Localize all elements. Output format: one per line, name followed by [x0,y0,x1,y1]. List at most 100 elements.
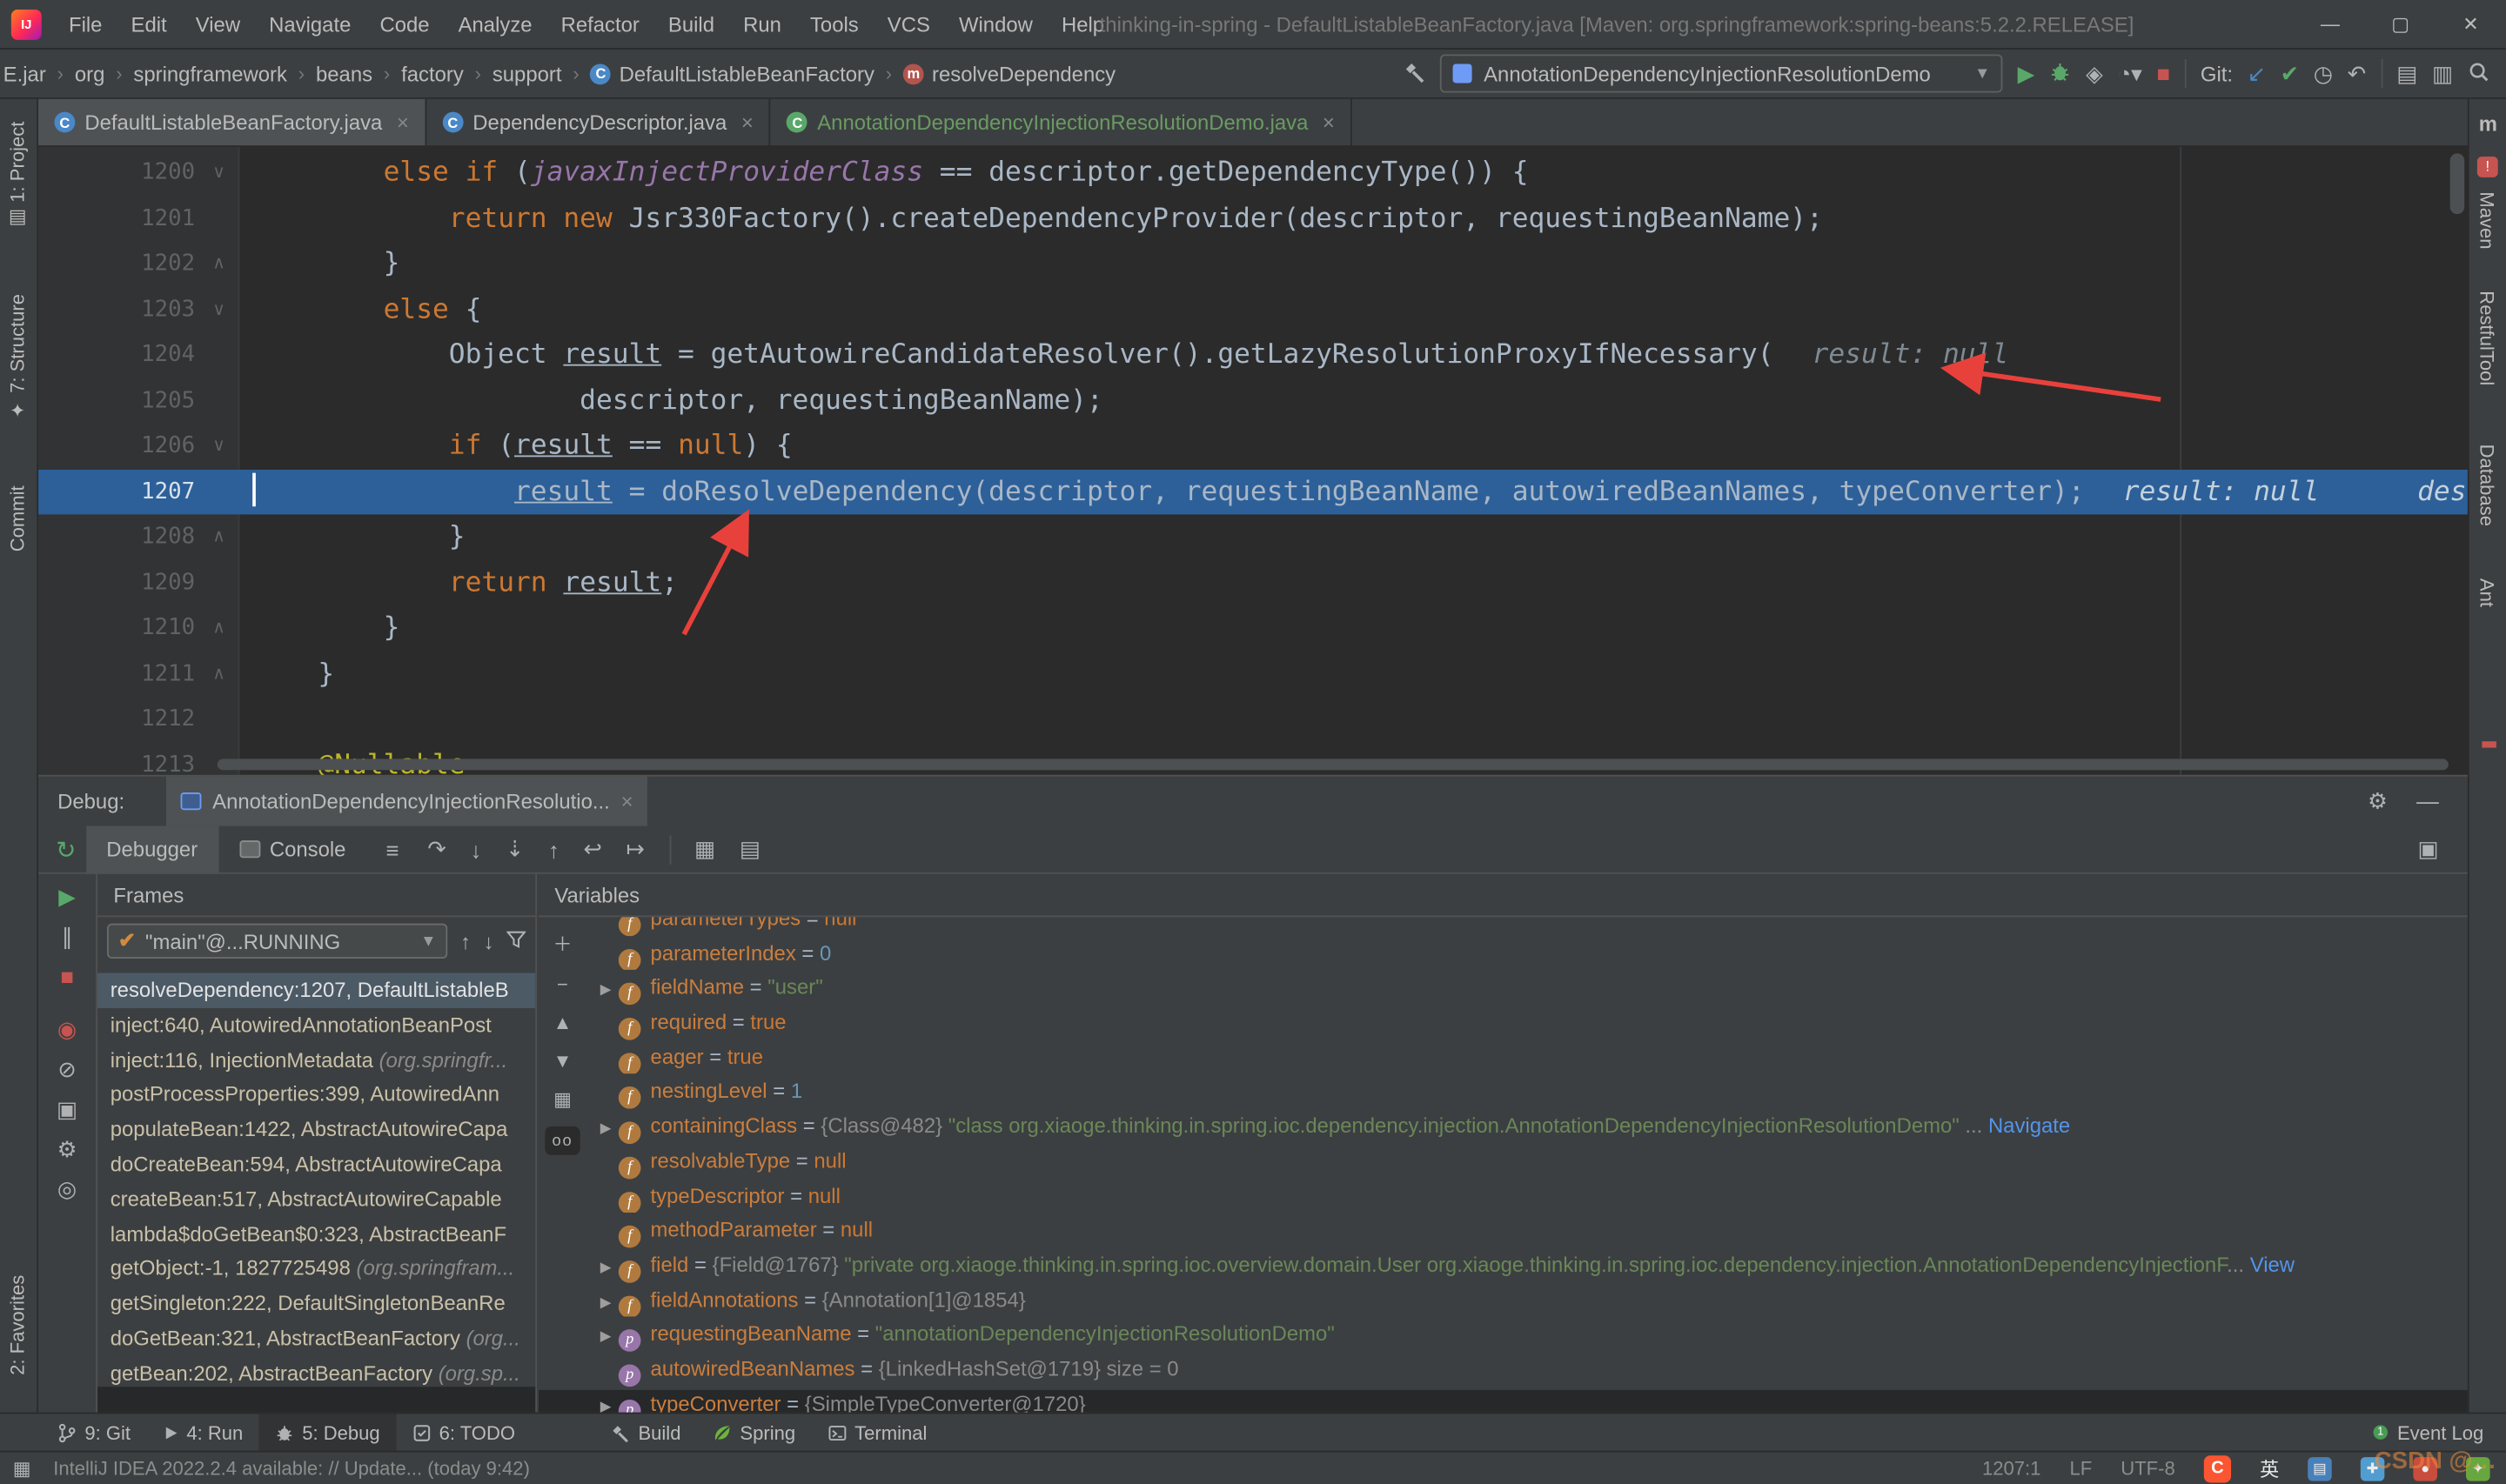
fold-marker-icon[interactable]: ∧ [203,605,235,651]
update-project-button[interactable]: ↙ [2248,63,2267,85]
caret-position-widget[interactable]: 1207:1 [1982,1457,2040,1480]
debug-settings-gear-icon[interactable]: ⚙ [57,1138,77,1160]
mute-breakpoints-icon[interactable]: ⊘ [57,1058,77,1080]
step-out-icon[interactable]: ↑ [548,837,559,862]
stack-frame[interactable]: populateBean:1422, AbstractAutowireCapa [97,1113,535,1147]
menu-vcs[interactable]: VCS [873,12,944,37]
fold-marker-icon[interactable]: ∧ [203,514,235,559]
settings-gear-icon[interactable]: ⚙ [2368,787,2388,814]
stack-frame[interactable]: getSingleton:222, DefaultSingletonBeanRe [97,1287,535,1321]
show-watches-icon[interactable]: oo [545,1126,580,1155]
run-button[interactable]: ▶ [2018,63,2035,85]
menu-navigate[interactable]: Navigate [255,12,365,37]
encoding-widget[interactable]: UTF-8 [2121,1457,2174,1480]
toolwindow-button-6-todo[interactable]: 6: TODO [396,1414,531,1452]
breadcrumb-item[interactable]: factory [401,62,464,86]
editor-vertical-scrollbar[interactable] [2449,153,2465,215]
code-line[interactable]: 1202 ∧ } [38,241,2468,286]
toolwindow-button-spring[interactable]: Spring [697,1414,812,1452]
variable-row[interactable]: f typeDescriptor = null [593,1179,2467,1213]
expand-arrow-icon[interactable]: ▶ [593,1113,618,1144]
editor-tab[interactable]: C DefaultListableBeanFactory.java × [38,98,427,146]
close-tab-icon[interactable]: × [397,110,409,135]
settings-view-icon[interactable]: ▤ [740,836,761,863]
stack-frame[interactable]: postProcessProperties:399, AutowiredAnn [97,1078,535,1113]
toolstripe-structure[interactable]: ✦ 7: Structure [6,294,29,421]
evaluate-expression-icon[interactable]: ▦ [694,836,715,863]
code-line[interactable]: 1204 Object result = getAutowireCandidat… [38,332,2468,378]
resume-icon[interactable]: ▶ [58,886,76,908]
toolstripe-project[interactable]: ▤ 1: Project [6,122,29,231]
expand-arrow-icon[interactable]: ▶ [593,973,618,1005]
menu-view[interactable]: View [181,12,254,37]
next-frame-icon[interactable]: ↓ [484,931,494,952]
maximize-button[interactable]: ▢ [2365,0,2436,50]
toolstripe-ant[interactable]: Ant [2476,578,2498,607]
variable-row[interactable]: ▶ f containingClass = {Class@482} "class o… [593,1109,2467,1144]
stop-button[interactable]: ■ [2156,63,2170,85]
variable-row[interactable]: f eager = true [593,1039,2467,1075]
run-to-cursor-icon[interactable]: ↦ [626,836,646,863]
rollback-button[interactable]: ↶ [2348,63,2367,85]
code-line[interactable]: 1203 ∨ else { [38,287,2468,332]
toolwindow-button-5-debug[interactable]: 5: Debug [258,1413,397,1452]
code-line[interactable]: 1207 result = doResolveDependency(descri… [38,469,2468,515]
variable-row[interactable]: ▶ p requestingBeanName = "annotationDepend… [593,1317,2467,1352]
variable-row[interactable]: f methodParameter = null [593,1213,2467,1248]
stack-frame[interactable]: doCreateBean:594, AbstractAutowireCapa [97,1147,535,1182]
variable-row[interactable]: ▶ p typeConverter = {SimpleTypeConverter@1… [593,1387,2467,1413]
code-line[interactable]: 1205 descriptor, requestingBeanName); [38,378,2468,423]
value-link[interactable]: Navigate [1988,1113,2070,1138]
toolwindow-button[interactable]: ▥ [2432,63,2453,85]
breadcrumb-item[interactable]: beans [316,62,372,86]
stack-frame[interactable]: doGetBean:321, AbstractBeanFactory (org.… [97,1321,535,1356]
menu-code[interactable]: Code [365,12,444,37]
stack-frame[interactable]: inject:116, InjectionMetadata (org.sprin… [97,1043,535,1078]
toolwindow-button-9-git[interactable]: 9: Git [42,1414,147,1452]
code-line[interactable]: 1206 ∨ if (result == null) { [38,424,2468,469]
toolstripe-database[interactable]: Database [2476,445,2498,526]
move-watch-up-icon[interactable]: ▲ [553,1012,573,1034]
toolwindow-quick-access-icon[interactable]: ▦ [13,1457,31,1480]
add-watch-icon[interactable]: ＋ [553,930,572,957]
remove-watch-icon[interactable]: − [557,973,568,996]
stack-frame[interactable]: inject:640, AutowiredAnnotationBeanPost [97,1008,535,1043]
editor-tab[interactable]: C AnnotationDependencyInjectionResolution… [771,98,1353,146]
variable-row[interactable]: f required = true [593,1005,2467,1040]
pause-icon[interactable]: ∥ [62,925,73,947]
variable-row[interactable]: f nestingLevel = 1 [593,1074,2467,1109]
menu-file[interactable]: File [54,12,117,37]
stack-frame[interactable]: createBean:517, AbstractAutowireCapable [97,1182,535,1217]
filter-frames-icon[interactable] [506,930,527,953]
toolwindow-button-build[interactable]: Build [595,1414,697,1452]
menu-edit[interactable]: Edit [117,12,181,37]
fold-marker-icon[interactable]: ∨ [203,287,235,332]
breadcrumb-item[interactable]: m resolveDependency [902,62,1116,85]
expand-arrow-icon[interactable]: ▶ [593,1251,618,1282]
step-over-icon[interactable]: ↷ [427,836,446,863]
expand-arrow-icon[interactable]: ▶ [593,1389,618,1412]
layout-menu-icon[interactable]: ≡ [385,838,399,860]
menu-tools[interactable]: Tools [795,12,873,37]
get-thread-dump-icon[interactable]: ▣ [57,1098,77,1120]
commit-button[interactable]: ✔ [2281,63,2300,85]
variable-row[interactable]: f parameterIndex = 0 [593,936,2467,971]
line-separator-widget[interactable]: LF [2069,1457,2092,1480]
maven-m-icon[interactable]: m [2479,112,2497,137]
menu-refactor[interactable]: Refactor [546,12,653,37]
drop-frame-icon[interactable]: ↩ [583,836,602,863]
code-line[interactable]: 1201 return new Jsr330Factory().createDe… [38,196,2468,241]
debugger-tab-debugger[interactable]: Debugger [85,825,219,873]
menu-analyze[interactable]: Analyze [444,12,546,37]
code-editor[interactable]: 1200 ∨ else if (javaxInjectProviderClass … [38,146,2468,775]
event-log-button[interactable]: 1 Event Log [2373,1421,2483,1443]
fold-marker-icon[interactable]: ∧ [203,241,235,286]
build-project-hammer-icon[interactable] [1404,61,1426,86]
step-into-icon[interactable]: ↓ [471,837,482,862]
stack-frame[interactable]: getBean:202, AbstractBeanFactory (org.sp… [97,1356,535,1391]
history-button[interactable]: ◷ [2314,63,2333,85]
diff-button[interactable]: ▤ [2396,63,2417,85]
value-link[interactable]: View [2250,1253,2295,1277]
close-tab-icon[interactable]: × [1323,110,1335,135]
code-line[interactable]: 1209 return result; [38,560,2468,605]
